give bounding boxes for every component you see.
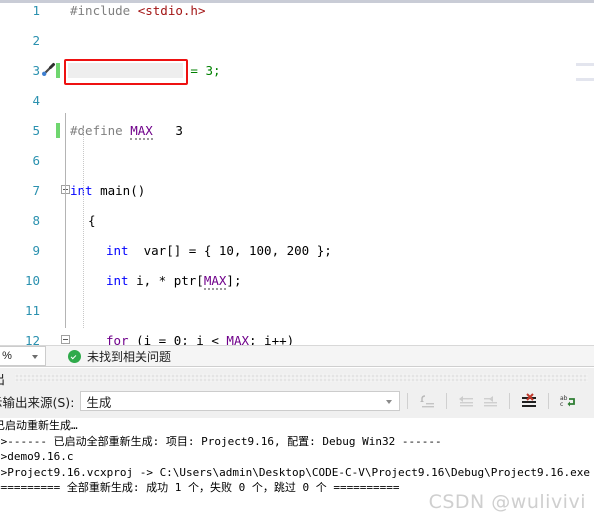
change-bar <box>56 123 60 138</box>
code-text: for (i = 0; i < MAX; i++) <box>106 333 294 345</box>
code-line[interactable]: 11 <box>0 303 594 318</box>
code-text: { <box>88 213 96 228</box>
indent-guide <box>83 263 84 288</box>
issues-status: 未找到相关问题 <box>68 348 171 365</box>
code-line[interactable]: 8{ <box>0 213 594 228</box>
code-line[interactable]: 9 int var[] = { 10, 100, 200 }; <box>0 243 594 258</box>
code-line[interactable]: 10 int i, * ptr[MAX]; <box>0 273 594 290</box>
svg-text:c: c <box>560 401 563 408</box>
line-number: 11 <box>24 303 40 318</box>
output-line: 1>------ 已启动全部重新生成: 项目: Project9.16, 配置:… <box>0 434 442 448</box>
line-number: 12 <box>24 333 40 345</box>
code-line[interactable]: 6 <box>0 153 594 168</box>
check-circle-icon <box>68 349 81 363</box>
zoom-level-value: 0 % <box>0 350 12 362</box>
indent-guide <box>83 203 84 228</box>
chevron-down-icon <box>386 400 393 404</box>
screwdriver-icon[interactable] <box>41 62 56 77</box>
code-text: #include <stdio.h> <box>70 3 206 18</box>
toggle-word-wrap-icon[interactable]: ab c <box>558 391 578 411</box>
output-panel-header[interactable]: 出 <box>0 368 594 388</box>
line-number: 6 <box>32 153 40 168</box>
indent-guide <box>83 128 84 328</box>
toolbar-separator <box>407 393 409 409</box>
toolbar-separator <box>548 393 550 409</box>
line-number: 10 <box>24 273 40 288</box>
previous-message-icon[interactable] <box>456 391 476 411</box>
code-text: int main() <box>70 183 146 198</box>
output-source-value: 生成 <box>86 394 112 410</box>
fold-toggle-icon[interactable] <box>61 335 70 344</box>
clear-all-icon[interactable] <box>519 391 539 411</box>
output-line: 已启动重新生成… <box>0 419 78 432</box>
line-number: 5 <box>32 123 40 138</box>
toolbar-separator <box>509 393 511 409</box>
scroll-annotation-mark <box>576 63 594 66</box>
code-line[interactable]: 12 for (i = 0; i < MAX; i++) <box>0 333 594 345</box>
output-panel-title: 出 <box>0 369 5 388</box>
code-lines-container[interactable]: 1#include <stdio.h>23//const int MAX = 3… <box>0 3 594 345</box>
scroll-annotation-mark <box>576 78 594 81</box>
output-line: ========== 全部重新生成: 成功 1 个，失败 0 个，跳过 0 个 … <box>0 481 400 494</box>
visual-studio-window: 1#include <stdio.h>23//const int MAX = 3… <box>0 0 594 515</box>
line-number: 9 <box>32 243 40 258</box>
output-source-combobox[interactable]: 生成 <box>80 391 401 411</box>
line-number: 1 <box>32 3 40 18</box>
code-text: int i, * ptr[MAX]; <box>106 273 242 290</box>
toolbar-separator <box>446 393 448 409</box>
zoom-level-combobox[interactable]: 0 % <box>0 346 46 366</box>
output-panel-toolbar[interactable]: 示输出来源(S): 生成 <box>0 388 594 414</box>
code-line[interactable]: 1 #include <stdio.h> <box>0 3 594 18</box>
next-message-icon[interactable] <box>480 391 500 411</box>
output-panel: 出 示输出来源(S): 生成 <box>0 368 594 515</box>
code-line[interactable]: 5 #define MAX 3 <box>0 123 594 140</box>
code-text: #define MAX 3 <box>70 123 183 140</box>
line-number: 3 <box>32 63 40 78</box>
code-line[interactable]: 4 <box>0 93 594 108</box>
issues-status-label: 未找到相关问题 <box>87 349 172 364</box>
output-text-area[interactable]: 已启动重新生成… 1>------ 已启动全部重新生成: 项目: Project9… <box>0 418 594 515</box>
code-line[interactable]: 2 <box>0 33 594 48</box>
line-number: 4 <box>32 93 40 108</box>
editor-status-bar: 0 % 未找到相关问题 <box>0 345 594 367</box>
line-number: 8 <box>32 213 40 228</box>
go-to-message-icon[interactable] <box>417 391 437 411</box>
code-line[interactable]: 7 int main() <box>0 183 594 198</box>
code-editor[interactable]: 1#include <stdio.h>23//const int MAX = 3… <box>0 0 594 345</box>
indent-guide <box>65 113 66 328</box>
panel-drag-grip[interactable] <box>15 374 588 382</box>
change-bar <box>56 63 60 78</box>
output-line: 1>Project9.16.vcxproj -> C:\Users\admin\… <box>0 465 591 479</box>
output-line: 1>demo9.16.c <box>0 450 74 463</box>
define-line-highlight <box>68 63 183 78</box>
line-number: 2 <box>32 33 40 48</box>
output-source-label: 示输出来源(S): <box>0 394 75 410</box>
code-text: int var[] = { 10, 100, 200 }; <box>106 243 332 258</box>
chevron-down-icon <box>32 355 38 359</box>
line-number: 7 <box>32 183 40 198</box>
